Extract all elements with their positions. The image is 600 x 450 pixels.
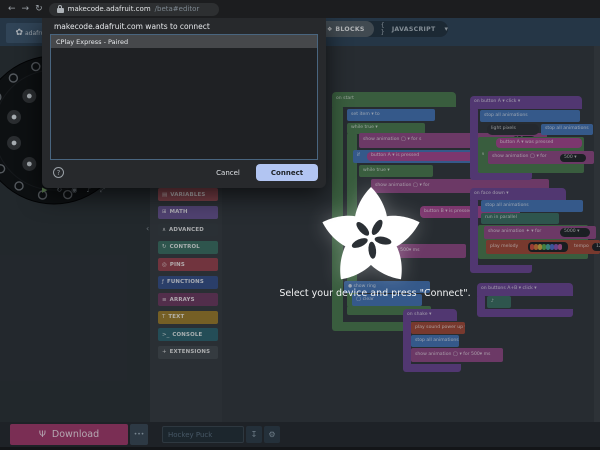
screenshot-stage: ▶↻◉♪⤢ ‹ ▤VARIABLES⊞MATH∧ADVANCED↻CONTROL… (0, 0, 600, 450)
connect-button[interactable]: Connect (256, 164, 318, 181)
browser-reload-button[interactable]: ↻ (35, 5, 43, 14)
help-icon[interactable]: ? (53, 167, 64, 178)
overlay-message: Select your device and press "Connect". (220, 288, 530, 299)
url-path: /beta#editor (155, 5, 200, 13)
url-host: makecode.adafruit.com (68, 5, 151, 13)
adafruit-flower-logo (296, 168, 446, 308)
lock-icon[interactable] (57, 5, 64, 13)
cancel-button[interactable]: Cancel (206, 165, 250, 181)
browser-forward-button[interactable]: → (22, 5, 30, 14)
dialog-title: makecode.adafruit.com wants to connect (54, 22, 210, 31)
device-list: CPlay Express - Paired (50, 34, 318, 160)
browser-back-button[interactable]: ← (8, 5, 16, 14)
address-bar[interactable]: makecode.adafruit.com/beta#editor (49, 3, 219, 16)
browser-toolbar: ← → ↻ makecode.adafruit.com/beta#editor (0, 0, 600, 18)
device-list-item[interactable]: CPlay Express - Paired (51, 35, 317, 48)
